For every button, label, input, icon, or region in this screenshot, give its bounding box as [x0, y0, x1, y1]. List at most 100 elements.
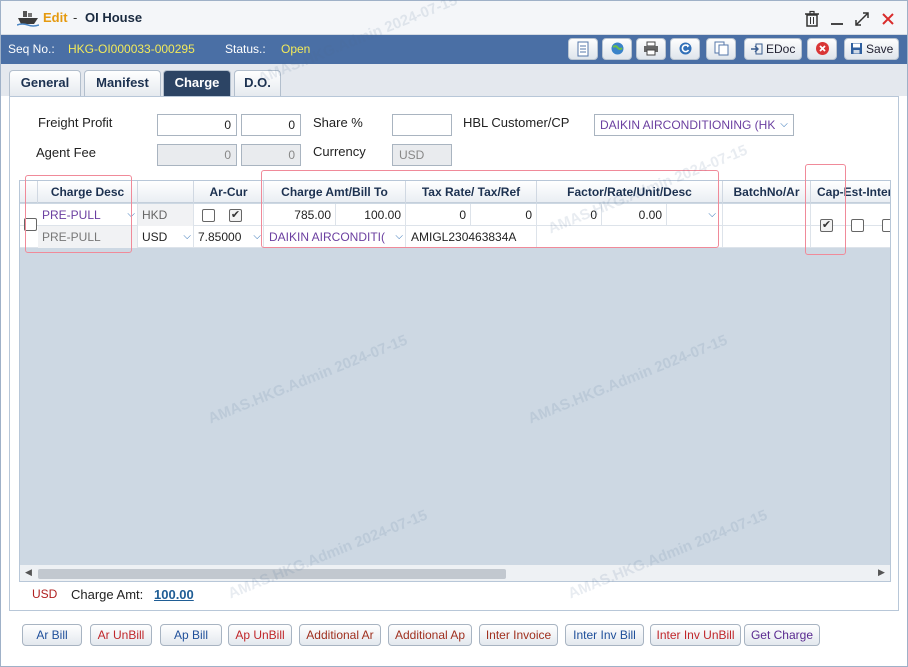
- share-input[interactable]: [392, 114, 452, 136]
- print-button[interactable]: [636, 38, 666, 60]
- tab-general[interactable]: General: [9, 70, 81, 96]
- table-row[interactable]: PRE-PULL USD ⌵ 7.85000 ⌵ DAIKIN AIRCONDI…: [20, 226, 890, 248]
- ap-unbill-button[interactable]: Ap UnBill: [228, 624, 292, 646]
- agent-fee-input-2: 0: [241, 144, 301, 166]
- scroll-left-icon[interactable]: ◀: [25, 567, 32, 578]
- tab-manifest[interactable]: Manifest: [84, 70, 161, 96]
- additional-ar-button[interactable]: Additional Ar: [299, 624, 381, 646]
- checkbox-icon[interactable]: [851, 219, 864, 232]
- checkbox-icon[interactable]: ✔: [820, 219, 833, 232]
- header-factor[interactable]: Factor/Rate/Unit/Desc: [537, 181, 723, 203]
- tax-rate-input[interactable]: 0: [406, 204, 471, 226]
- chevron-down-icon[interactable]: ⌵: [127, 204, 135, 226]
- inter-invoice-button[interactable]: Inter Invoice: [479, 624, 558, 646]
- ar-cur-checks: ✔: [194, 204, 264, 226]
- ap-bill-button[interactable]: Ap Bill: [160, 624, 222, 646]
- charge-amt-label: Charge Amt:: [71, 587, 144, 602]
- sequence-bar: Seq No.: HKG-OI000033-000295 Status.: Op…: [1, 35, 907, 64]
- status-value: Open: [281, 42, 311, 56]
- save-button[interactable]: Save: [844, 38, 899, 60]
- tab-do[interactable]: D.O.: [234, 70, 281, 96]
- cancel-icon: [815, 42, 829, 55]
- header-charge-desc[interactable]: Charge Desc: [38, 181, 138, 203]
- copy-button[interactable]: [706, 38, 736, 60]
- header-cap-est-inter[interactable]: Cap-Est-Inter: [811, 181, 890, 203]
- refresh-button[interactable]: [670, 38, 700, 60]
- scrollbar-thumb[interactable]: [38, 569, 506, 579]
- chevron-down-icon[interactable]: ⌵: [708, 204, 716, 226]
- close-icon[interactable]: [879, 10, 897, 28]
- table-row[interactable]: PRE-PULL ⌵ HKD ✔ 785.00 100.00 0 0 0 0.0…: [20, 204, 890, 226]
- chevron-down-icon[interactable]: ⌵: [393, 226, 403, 248]
- additional-ap-button[interactable]: Additional Ap: [388, 624, 472, 646]
- charge-desc-value: PRE-PULL: [42, 208, 101, 222]
- currency-input: USD: [392, 144, 452, 166]
- hbl-customer-label: HBL Customer/CP: [463, 115, 570, 130]
- tab-charge[interactable]: Charge: [163, 70, 231, 96]
- freight-profit-input-2[interactable]: 0: [241, 114, 301, 136]
- horizontal-scrollbar[interactable]: ◀ ▶: [20, 565, 890, 581]
- scroll-right-icon[interactable]: ▶: [878, 567, 885, 578]
- freight-profit-input-1[interactable]: 0: [157, 114, 237, 136]
- document-button[interactable]: [568, 38, 598, 60]
- edoc-icon: [750, 43, 763, 55]
- grid-header: Charge Desc Ar-Cur Charge Amt/Bill To Ta…: [20, 181, 890, 203]
- header-batch[interactable]: BatchNo/Ar: [723, 181, 811, 203]
- bill-to-select[interactable]: DAIKIN AIRCONDITI( ⌵: [264, 226, 406, 248]
- chevron-down-icon[interactable]: ⌵: [183, 226, 191, 248]
- header-ar-cur[interactable]: Ar-Cur: [194, 181, 264, 203]
- amount-input[interactable]: 785.00: [264, 204, 336, 226]
- total-currency: USD: [32, 587, 58, 601]
- ar-unbill-button[interactable]: Ar UnBill: [90, 624, 152, 646]
- hbl-customer-select[interactable]: DAIKIN AIRCONDITIONING (HK ⌵: [594, 114, 794, 136]
- checkbox-icon[interactable]: [202, 209, 215, 222]
- save-icon: [850, 43, 862, 54]
- factor-desc-cell: [537, 226, 723, 248]
- print-icon: [644, 41, 658, 56]
- charge-desc-select[interactable]: PRE-PULL ⌵: [38, 204, 138, 226]
- chevron-down-icon[interactable]: ⌵: [253, 226, 261, 248]
- ship-icon: [17, 11, 39, 27]
- charge-desc-cell: PRE-PULL: [38, 226, 138, 248]
- checkbox-icon[interactable]: [882, 219, 890, 232]
- tax-input[interactable]: 0: [471, 204, 537, 226]
- refresh-icon: [679, 42, 691, 55]
- document-icon: [577, 41, 589, 57]
- edoc-button[interactable]: EDoc: [744, 38, 802, 60]
- freight-profit-label: Freight Profit: [38, 115, 113, 130]
- header-select: [20, 181, 38, 203]
- title-bar: Edit - OI House: [1, 1, 907, 35]
- batch-cell: [723, 226, 811, 248]
- window-title: OI House: [85, 10, 143, 25]
- header-charge-amt[interactable]: Charge Amt/Bill To: [264, 181, 406, 203]
- get-charge-button[interactable]: Get Charge: [744, 624, 820, 646]
- inter-inv-unbill-button[interactable]: Inter Inv UnBill: [650, 624, 741, 646]
- unit-select[interactable]: ⌵: [667, 204, 723, 226]
- ar-bill-button[interactable]: Ar Bill: [22, 624, 82, 646]
- edoc-label: EDoc: [766, 42, 796, 56]
- tab-strip: General Manifest Charge D.O.: [1, 64, 907, 96]
- agent-fee-input-1: 0: [157, 144, 237, 166]
- minimize-icon[interactable]: [828, 10, 846, 28]
- trash-icon[interactable]: [803, 10, 821, 28]
- bill-to-amount-input[interactable]: 100.00: [336, 204, 406, 226]
- chevron-down-icon[interactable]: ⌵: [775, 115, 793, 135]
- charge-amt-value[interactable]: 100.00: [154, 587, 194, 602]
- inter-inv-bill-button[interactable]: Inter Inv Bill: [565, 624, 644, 646]
- exchange-rate-select[interactable]: 7.85000 ⌵: [194, 226, 264, 248]
- tax-ref-input[interactable]: AMIGL230463834A: [406, 226, 537, 248]
- currency-value: USD: [142, 230, 168, 244]
- globe-button[interactable]: [602, 38, 632, 60]
- status-label: Status.:: [225, 42, 266, 56]
- row-select-checkbox[interactable]: [24, 218, 37, 231]
- agent-fee-label: Agent Fee: [36, 145, 96, 160]
- rate-input[interactable]: 0.00: [602, 204, 667, 226]
- currency-cell: HKD: [138, 204, 194, 226]
- globe-icon: [611, 42, 623, 55]
- header-tax[interactable]: Tax Rate/ Tax/Ref: [406, 181, 537, 203]
- factor-input[interactable]: 0: [537, 204, 602, 226]
- checkbox-icon[interactable]: ✔: [229, 209, 242, 222]
- cancel-button[interactable]: [807, 38, 837, 60]
- maximize-icon[interactable]: [853, 10, 871, 28]
- currency-select[interactable]: USD ⌵: [138, 226, 194, 248]
